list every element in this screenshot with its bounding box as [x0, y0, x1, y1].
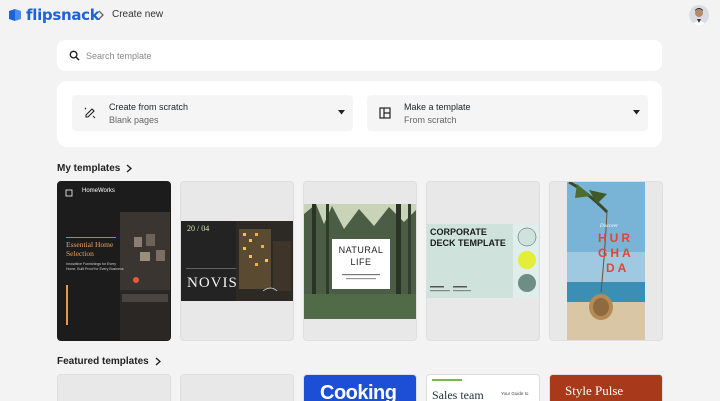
template-card-homeworks[interactable]: HomeWorks Essential Home Selection Innov… [57, 181, 171, 341]
template-card-hurghada[interactable]: Discover HUR GHA DA [549, 181, 663, 341]
layout-icon [379, 107, 391, 119]
featured-title: Sales team [432, 388, 484, 401]
user-avatar[interactable] [689, 5, 709, 25]
top-bar: flipsnack Create new [0, 0, 720, 30]
chevron-right-icon [126, 164, 133, 173]
create-from-scratch-dropdown[interactable]: Create from scratch Blank pages [72, 95, 353, 131]
template-number: 20 / 04 [187, 224, 210, 233]
sales-accent-bar [432, 379, 462, 381]
featured-side-text: Your Guide to [501, 391, 529, 396]
flipsnack-logo[interactable]: flipsnack [8, 6, 100, 24]
template-script-text: Discover [600, 224, 619, 229]
flipsnack-logo-icon [9, 9, 21, 21]
search-input[interactable] [86, 48, 606, 64]
template-heading: Essential Home Selection [66, 240, 114, 258]
logo-text: flipsnack [26, 6, 100, 24]
template-title-line3: DA [606, 261, 630, 275]
featured-title: Cooking [320, 382, 397, 401]
template-title-line1: NATURAL [338, 245, 384, 255]
template-card-corporate-deck[interactable]: CORPORATE DECK TEMPLATE [426, 181, 540, 341]
caret-down-icon [633, 110, 640, 115]
option-title: Make a template [404, 102, 471, 112]
chevron-right-icon [155, 357, 161, 366]
chevron-right-icon [98, 10, 104, 20]
create-panel: Create from scratch Blank pages Make a t… [57, 81, 662, 147]
section-title: Featured templates [57, 356, 149, 367]
featured-card-style-pulse[interactable]: Style Pulse [549, 374, 663, 401]
search-icon [69, 50, 80, 61]
pencil-sparkle-icon [84, 107, 96, 119]
template-title-line1: HUR [598, 231, 633, 245]
option-title: Create from scratch [109, 102, 189, 112]
my-templates-heading[interactable]: My templates [57, 163, 133, 174]
template-title-line2: GHA [598, 246, 634, 260]
caret-down-icon [338, 110, 345, 115]
template-title-line1: CORPORATE [430, 227, 487, 237]
search-bar[interactable] [57, 40, 662, 71]
template-card-novis[interactable]: 20 / 04 NOVIS [180, 181, 294, 341]
featured-templates-heading[interactable]: Featured templates [57, 356, 161, 367]
featured-card-sales-team[interactable]: Sales team Your Guide to [426, 374, 540, 401]
template-tagline: Innovative Furnishings for Every Home, B… [66, 262, 124, 271]
breadcrumb-current: Create new [112, 9, 164, 20]
option-subtitle: From scratch [404, 115, 457, 125]
section-title: My templates [57, 163, 121, 174]
template-brand: NOVIS [187, 275, 238, 291]
template-title-line2: LIFE [350, 257, 372, 267]
option-subtitle: Blank pages [109, 115, 159, 125]
featured-card-cooking[interactable]: Cooking [303, 374, 417, 401]
template-logo: HomeWorks [82, 188, 115, 194]
template-title-line2: DECK TEMPLATE [430, 238, 506, 248]
featured-card[interactable] [57, 374, 171, 401]
template-card-natural-life[interactable]: NATURAL LIFE [303, 181, 417, 341]
make-template-dropdown[interactable]: Make a template From scratch [367, 95, 648, 131]
featured-card[interactable] [180, 374, 294, 401]
featured-title: Style Pulse [565, 383, 624, 398]
